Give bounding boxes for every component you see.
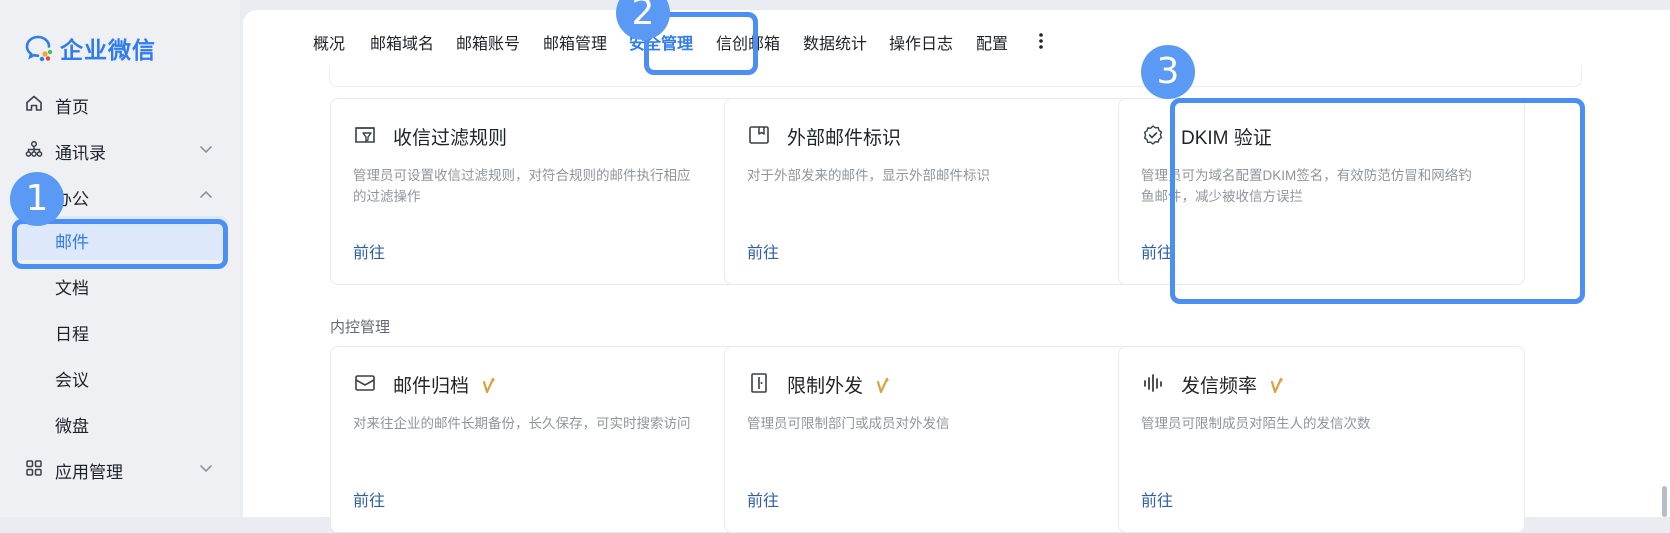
tab-data-statistics[interactable]: 数据统计: [803, 30, 867, 54]
card-title-text: 限制外发: [787, 376, 864, 397]
card-dkim-verification: DKIM 验证 管理员可为域名配置DKIM签名，有效防范仿冒和网络钓鱼邮件，减少…: [1118, 98, 1525, 285]
wecom-logo-icon: [25, 35, 53, 62]
step-badge-1: 1: [10, 172, 64, 226]
sidebar-item-docs[interactable]: 文档: [0, 262, 240, 306]
card-title-text: 发信频率: [1181, 376, 1258, 397]
sidebar-item-label: 通讯录: [55, 144, 106, 163]
card-description: 管理员可限制部门或成员对外发信: [747, 416, 950, 431]
chevron-up-icon: [200, 190, 212, 198]
card-title: 收信过滤规则: [393, 128, 508, 149]
sidebar-item-contacts[interactable]: 通讯录: [0, 127, 240, 171]
verified-badge-icon: [1143, 125, 1163, 145]
home-icon: [26, 95, 42, 111]
chevron-down-icon: [200, 465, 212, 473]
card-mail-archive: 邮件归档 对来往企业的邮件长期备份，长久保存，可实时搜索访问 前往: [330, 346, 737, 533]
goto-link[interactable]: 前往: [353, 487, 385, 511]
sidebar-item-meeting[interactable]: 会议: [0, 354, 240, 398]
card-title: 邮件归档: [393, 371, 497, 398]
sidebar-item-label: 微盘: [55, 417, 89, 436]
card-title-text: 邮件归档: [393, 376, 470, 397]
sidebar-item-label: 应用管理: [55, 463, 123, 482]
mail-archive-icon: [355, 375, 375, 391]
step-badge-3: 3: [1141, 45, 1195, 99]
door-exit-icon: [751, 373, 767, 393]
sidebar-item-label: 首页: [55, 98, 89, 117]
card-restrict-outbound: 限制外发 管理员可限制部门或成员对外发信 前往: [724, 346, 1131, 533]
previous-card-edge: [329, 66, 1582, 87]
sidebar-item-home[interactable]: 首页: [0, 81, 240, 125]
goto-link[interactable]: 前往: [1141, 239, 1173, 263]
card-title: 发信频率: [1181, 371, 1285, 398]
more-vertical-icon[interactable]: [1031, 30, 1051, 52]
sidebar-item-label: 日程: [55, 325, 89, 344]
sidebar-item-label: 会议: [55, 371, 89, 390]
scrollbar-thumb[interactable]: [1662, 486, 1667, 517]
card-title: 限制外发: [787, 371, 891, 398]
main-panel: 概况 邮箱域名 邮箱账号 邮箱管理 安全管理 信创邮箱 数据统计 操作日志 配置…: [243, 10, 1670, 533]
app-logo-text: 企业微信: [60, 37, 156, 63]
card-description: 管理员可为域名配置DKIM签名，有效防范仿冒和网络钓鱼邮件，减少被收信方误拦: [1141, 168, 1472, 204]
goto-link[interactable]: 前往: [747, 487, 779, 511]
sidebar-item-drive[interactable]: 微盘: [0, 400, 240, 444]
goto-link[interactable]: 前往: [353, 239, 385, 263]
premium-sparkle-icon: [482, 377, 496, 394]
card-description: 对来往企业的邮件长期备份，长久保存，可实时搜索访问: [353, 416, 691, 431]
external-tag-icon: [749, 126, 769, 144]
tab-xinchuang-mailbox[interactable]: 信创邮箱: [716, 30, 780, 54]
sidebar-item-label: 邮件: [55, 233, 89, 252]
sidebar-item-calendar[interactable]: 日程: [0, 308, 240, 352]
frequency-bars-icon: [1144, 374, 1162, 392]
tab-config[interactable]: 配置: [976, 30, 1008, 54]
card-title: 外部邮件标识: [787, 128, 902, 149]
goto-link[interactable]: 前往: [747, 239, 779, 263]
chevron-down-icon: [200, 146, 212, 154]
goto-link[interactable]: 前往: [1141, 487, 1173, 511]
inbox-filter-icon: [355, 127, 375, 143]
premium-sparkle-icon: [876, 377, 890, 394]
sidebar-item-label: 文档: [55, 279, 89, 298]
tab-mail-account[interactable]: 邮箱账号: [456, 30, 520, 54]
sidebar-item-app-management[interactable]: 应用管理: [0, 446, 240, 490]
card-description: 管理员可限制成员对陌生人的发信次数: [1141, 416, 1371, 431]
tab-mailbox-management[interactable]: 邮箱管理: [543, 30, 607, 54]
app-logo[interactable]: 企业微信: [24, 30, 156, 66]
card-inbox-filter-rules: 收信过滤规则 管理员可设置收信过滤规则，对符合规则的邮件执行相应的过滤操作 前往: [330, 98, 737, 285]
card-description: 对于外部发来的邮件，显示外部邮件标识: [747, 168, 990, 183]
card-title: DKIM 验证: [1181, 128, 1272, 149]
section-title-internal-control: 内控管理: [330, 319, 391, 336]
tab-operation-log[interactable]: 操作日志: [889, 30, 953, 54]
org-chart-icon: [25, 140, 43, 157]
tab-mail-domain[interactable]: 邮箱域名: [370, 30, 434, 54]
apps-grid-icon: [26, 460, 42, 476]
tab-overview[interactable]: 概况: [313, 30, 345, 54]
premium-sparkle-icon: [1270, 377, 1284, 394]
card-description: 管理员可设置收信过滤规则，对符合规则的邮件执行相应的过滤操作: [353, 168, 691, 204]
card-send-frequency: 发信频率 管理员可限制成员对陌生人的发信次数 前往: [1118, 346, 1525, 533]
card-external-mail-tag: 外部邮件标识 对于外部发来的邮件，显示外部邮件标识 前往: [724, 98, 1131, 285]
sidebar: 企业微信 首页 通讯录 办公 邮件 文档 日程 会议 微盘 应用管理: [0, 0, 240, 517]
